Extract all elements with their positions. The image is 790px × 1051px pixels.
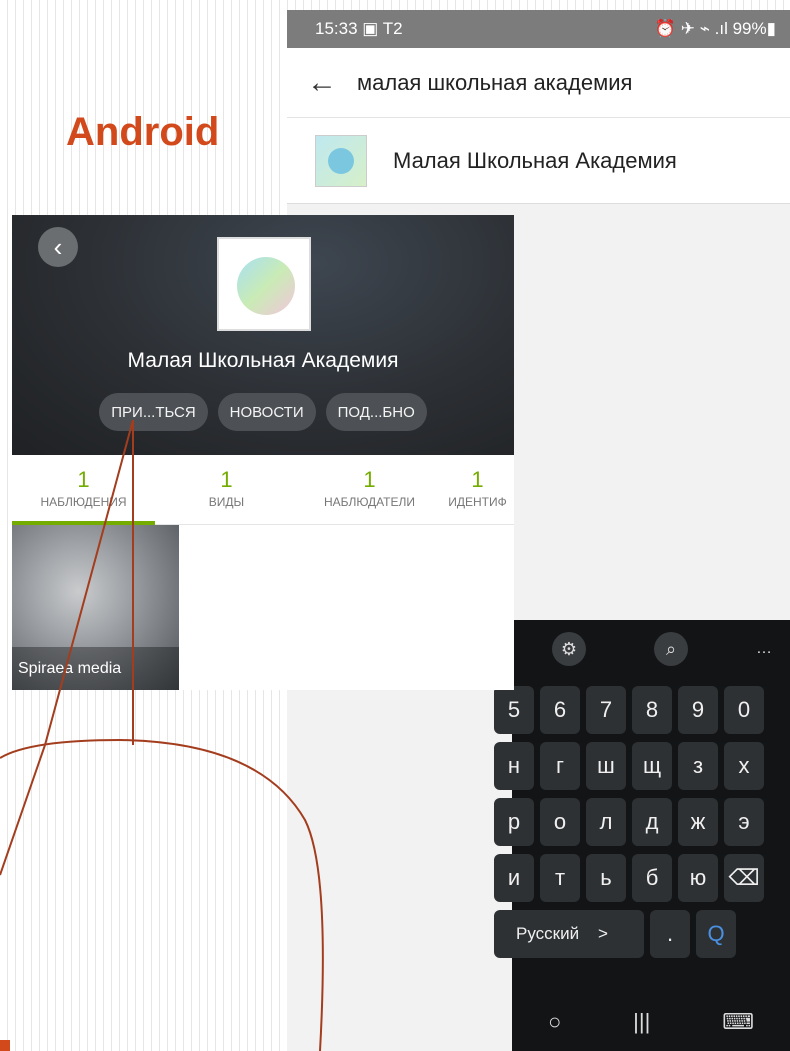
key[interactable]: э <box>724 798 764 846</box>
observation-caption: Spiraea media <box>12 647 179 690</box>
key[interactable]: щ <box>632 742 672 790</box>
tab-count: 1 <box>220 467 233 492</box>
tab-label: ИДЕНТИФ <box>448 495 507 509</box>
backspace-icon[interactable]: ⌫ <box>724 854 764 902</box>
tab-label: ВИДЫ <box>208 495 245 509</box>
key[interactable]: о <box>540 798 580 846</box>
details-button[interactable]: ПОД...БНО <box>325 393 427 431</box>
tab-label: НАБЛЮДЕНИЯ <box>40 495 127 509</box>
key[interactable]: 0 <box>724 686 764 734</box>
tab-count: 1 <box>77 467 90 492</box>
project-tabs: 1 НАБЛЮДЕНИЯ 1 ВИДЫ 1 НАБЛЮДАТЕЛИ 1 ИДЕН… <box>12 455 514 525</box>
keyboard-search-icon[interactable]: ⌕ <box>654 632 688 666</box>
status-left: 15:33 ▣ T2 <box>315 19 403 39</box>
key[interactable]: 7 <box>586 686 626 734</box>
annotation-marker <box>0 1040 10 1051</box>
key[interactable]: б <box>632 854 672 902</box>
key[interactable]: 8 <box>632 686 672 734</box>
key[interactable]: ж <box>678 798 718 846</box>
keyboard-row-2: р о л д ж э <box>494 798 790 846</box>
tab-label: НАБЛЮДАТЕЛИ <box>323 495 416 509</box>
keyboard-more-icon[interactable]: … <box>756 640 772 658</box>
search-result-item[interactable]: Малая Школьная Академия <box>287 118 790 204</box>
key[interactable]: ю <box>678 854 718 902</box>
status-right: ⏰ ✈ ⌁ .ıl 99%▮ <box>654 19 776 38</box>
news-button[interactable]: НОВОСТИ <box>217 393 316 431</box>
language-label: Русский <box>516 924 580 943</box>
keyboard-row-1: н г ш щ з х <box>494 742 790 790</box>
annotation-ellipse <box>0 738 324 1051</box>
key[interactable]: ь <box>586 854 626 902</box>
tab-species[interactable]: 1 ВИДЫ <box>155 455 298 524</box>
key[interactable]: 6 <box>540 686 580 734</box>
nav-recent-icon[interactable]: ||| <box>633 1009 650 1035</box>
key[interactable]: н <box>494 742 534 790</box>
key[interactable]: г <box>540 742 580 790</box>
on-screen-keyboard: ⚙ ⌕ … 5 6 7 8 9 0 н г ш щ з х р о л д ж … <box>494 620 790 1051</box>
project-title: Малая Школьная Академия <box>127 349 399 372</box>
status-time: 15:33 <box>315 19 358 38</box>
project-thumbnail-icon <box>315 134 367 187</box>
back-chevron-icon[interactable]: ‹ <box>38 227 78 267</box>
search-bar: ← малая школьная академия <box>287 48 790 118</box>
join-button[interactable]: ПРИ...ТЬСЯ <box>99 393 208 431</box>
key[interactable]: ш <box>586 742 626 790</box>
android-label: Android <box>66 110 220 154</box>
tab-count: 1 <box>471 467 484 492</box>
search-input[interactable]: малая школьная академия <box>357 70 632 96</box>
keyboard-row-3: и т ь б ю ⌫ <box>494 854 790 902</box>
tab-observations[interactable]: 1 НАБЛЮДЕНИЯ <box>12 455 155 525</box>
logo-graphic <box>237 257 295 315</box>
key[interactable]: р <box>494 798 534 846</box>
observation-tile[interactable]: Spiraea media <box>12 525 179 690</box>
key[interactable]: т <box>540 854 580 902</box>
tab-identifiers[interactable]: 1 ИДЕНТИФ <box>441 455 514 524</box>
status-bar: 15:33 ▣ T2 ⏰ ✈ ⌁ .ıl 99%▮ <box>287 10 790 48</box>
key[interactable]: л <box>586 798 626 846</box>
back-arrow-icon[interactable]: ← <box>287 66 357 100</box>
key[interactable]: з <box>678 742 718 790</box>
key[interactable]: д <box>632 798 672 846</box>
dot-key[interactable]: . <box>650 910 690 958</box>
project-actions: ПРИ...ТЬСЯ НОВОСТИ ПОД...БНО <box>12 393 514 431</box>
tab-count: 1 <box>363 467 376 492</box>
project-logo <box>217 237 311 331</box>
key[interactable]: и <box>494 854 534 902</box>
language-key[interactable]: Русский > <box>494 910 644 958</box>
key[interactable]: 9 <box>678 686 718 734</box>
keyboard-row-bottom: Русский > . Q <box>494 910 790 958</box>
key[interactable]: х <box>724 742 764 790</box>
tab-observers[interactable]: 1 НАБЛЮДАТЕЛИ <box>298 455 441 524</box>
nav-keyboard-icon[interactable]: ⌨ <box>722 1009 754 1035</box>
language-arrow-icon: > <box>597 924 608 943</box>
key[interactable]: 5 <box>494 686 534 734</box>
status-extra: ▣ T2 <box>362 19 403 38</box>
keyboard-row-numbers: 5 6 7 8 9 0 <box>494 686 790 734</box>
project-screen: ‹ Малая Школьная Академия ПРИ...ТЬСЯ НОВ… <box>12 215 514 690</box>
keyboard-toolbar: ⚙ ⌕ … <box>512 620 790 678</box>
project-header: ‹ Малая Школьная Академия ПРИ...ТЬСЯ НОВ… <box>12 215 514 455</box>
keyboard-enter-search-icon[interactable]: Q <box>696 910 736 958</box>
nav-home-icon[interactable]: ○ <box>548 1009 561 1035</box>
nav-bar: ○ ||| ⌨ <box>512 993 790 1051</box>
keyboard-settings-icon[interactable]: ⚙ <box>552 632 586 666</box>
search-result-label: Малая Школьная Академия <box>393 147 677 173</box>
annotation-line <box>0 744 46 876</box>
